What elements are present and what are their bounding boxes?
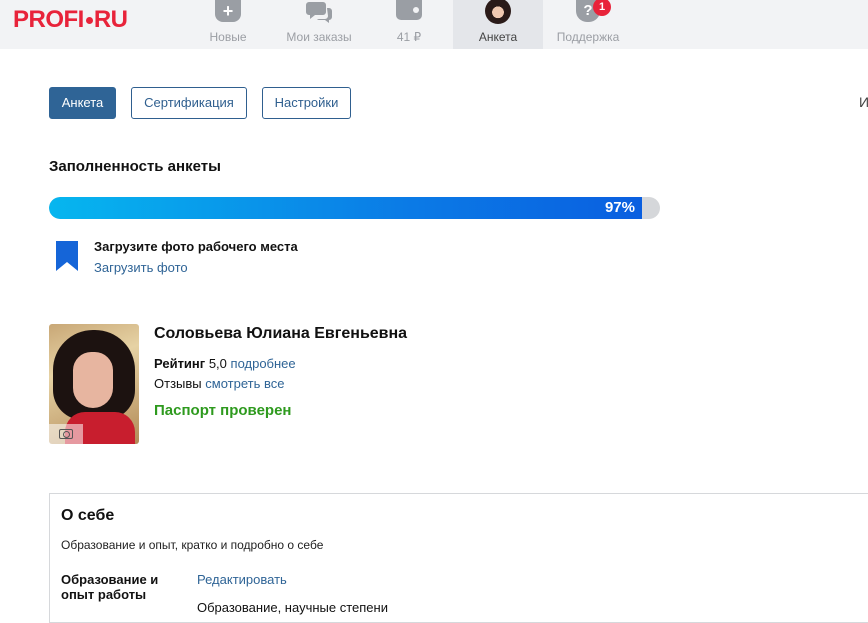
logo-dot — [85, 17, 93, 24]
nav-item-balance[interactable]: 41 ₽ — [384, 0, 434, 49]
tab-certification[interactable]: Сертификация — [131, 87, 247, 119]
top-navigation: PROFI RU Новые Мои заказы 41 ₽ Анкета 1 П… — [0, 0, 868, 49]
education-label-line-2: опыт работы — [61, 587, 147, 602]
tab-profile[interactable]: Анкета — [49, 87, 116, 119]
avatar — [485, 0, 511, 24]
upload-photo-link[interactable]: Загрузить фото — [94, 260, 188, 275]
logo-text-right: RU — [93, 6, 128, 33]
camera-icon — [59, 429, 73, 439]
nav-label-my-orders: Мои заказы — [286, 30, 352, 44]
education-subtitle: Образование, научные степени — [197, 600, 388, 615]
rating-details-link[interactable]: подробнее — [231, 356, 296, 371]
nav-label-support: Поддержка — [556, 30, 620, 44]
nav-item-profile[interactable]: Анкета — [453, 0, 543, 49]
nav-label-profile: Анкета — [478, 30, 518, 44]
completeness-title: Заполненность анкеты — [49, 158, 221, 175]
profile-name: Соловьева Юлиана Евгеньевна — [154, 325, 408, 342]
about-description: Образование и опыт, кратко и подробно о … — [61, 538, 324, 552]
chat-bubbles-icon — [306, 2, 332, 23]
progress-percent: 97% — [604, 199, 635, 216]
photo-face — [73, 352, 113, 408]
logo-text-left: PROFI — [13, 6, 84, 33]
rating-value: 5,0 — [208, 356, 227, 371]
nav-label-balance: 41 ₽ — [396, 30, 422, 44]
clipped-edge-text[interactable]: И — [859, 94, 868, 110]
tab-settings[interactable]: Настройки — [262, 87, 351, 119]
wallet-icon — [396, 0, 422, 20]
rating-line: Рейтинг 5,0 подробнее — [154, 356, 296, 371]
reviews-line: Отзывы смотреть все — [154, 376, 284, 391]
completeness-progress-bar: 97% — [49, 197, 660, 219]
plus-bag-icon — [215, 0, 241, 22]
notification-badge: 1 — [593, 0, 611, 16]
about-title: О себе — [61, 507, 115, 524]
about-section: О себе Образование и опыт, кратко и подр… — [49, 493, 868, 623]
edit-education-link[interactable]: Редактировать — [197, 572, 287, 587]
profi-logo[interactable]: PROFI RU — [13, 6, 128, 34]
education-label-line-1: Образование и — [61, 572, 159, 587]
reviews-link[interactable]: смотреть все — [205, 376, 284, 391]
bookmark-icon — [56, 241, 78, 271]
nav-item-my-orders[interactable]: Мои заказы — [278, 0, 360, 49]
passport-verified: Паспорт проверен — [154, 402, 292, 419]
nav-item-support[interactable]: 1 Поддержка — [553, 0, 623, 49]
reviews-label: Отзывы — [154, 376, 202, 391]
rating-label: Рейтинг — [154, 356, 206, 371]
task-title: Загрузите фото рабочего места — [94, 239, 298, 254]
change-photo-button[interactable] — [49, 424, 83, 444]
nav-label-new: Новые — [209, 30, 247, 44]
nav-item-new[interactable]: Новые — [200, 0, 256, 49]
education-label: Образование и опыт работы — [61, 572, 171, 602]
